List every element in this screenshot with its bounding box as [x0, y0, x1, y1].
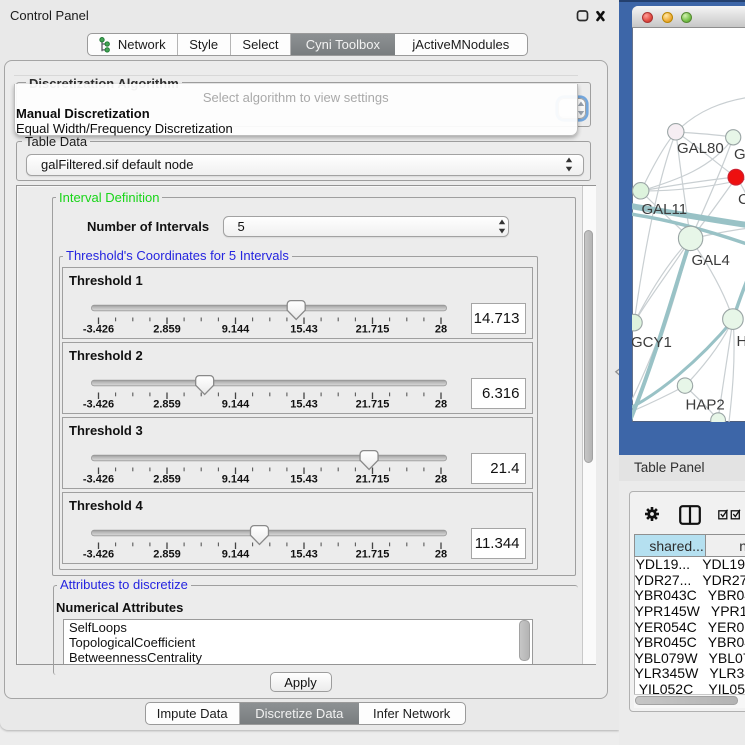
svg-text:9.144: 9.144 [222, 399, 250, 411]
svg-text:GA: GA [734, 146, 745, 163]
svg-text:9.144: 9.144 [222, 549, 250, 561]
svg-text:15.43: 15.43 [290, 549, 318, 561]
svg-text:21.715: 21.715 [356, 474, 390, 486]
svg-text:2.859: 2.859 [153, 474, 181, 486]
svg-text:15.43: 15.43 [290, 474, 318, 486]
svg-text:GCY1: GCY1 [632, 334, 672, 351]
svg-text:GAL11: GAL11 [642, 201, 688, 218]
svg-text:2.859: 2.859 [153, 549, 181, 561]
svg-text:21.715: 21.715 [356, 399, 390, 411]
svg-text:15.43: 15.43 [290, 399, 318, 411]
svg-text:2.859: 2.859 [153, 324, 181, 336]
svg-text:9.144: 9.144 [222, 324, 250, 336]
svg-text:-3.426: -3.426 [83, 549, 114, 561]
svg-text:-3.426: -3.426 [83, 474, 114, 486]
svg-text:28: 28 [435, 399, 447, 411]
svg-text:9.144: 9.144 [222, 474, 250, 486]
svg-text:21.715: 21.715 [356, 549, 390, 561]
svg-text:21.715: 21.715 [356, 324, 390, 336]
svg-text:HAP2: HAP2 [686, 396, 725, 413]
svg-text:15.43: 15.43 [290, 324, 318, 336]
svg-text:2.859: 2.859 [153, 399, 181, 411]
svg-text:H: H [737, 333, 745, 350]
svg-text:28: 28 [435, 324, 447, 336]
svg-text:-3.426: -3.426 [83, 399, 114, 411]
svg-text:28: 28 [435, 474, 447, 486]
svg-text:28: 28 [435, 549, 447, 561]
svg-text:GAL80: GAL80 [677, 140, 724, 157]
svg-text:-3.426: -3.426 [83, 324, 114, 336]
svg-text:C: C [738, 191, 745, 208]
svg-text:GAL4: GAL4 [692, 252, 730, 269]
